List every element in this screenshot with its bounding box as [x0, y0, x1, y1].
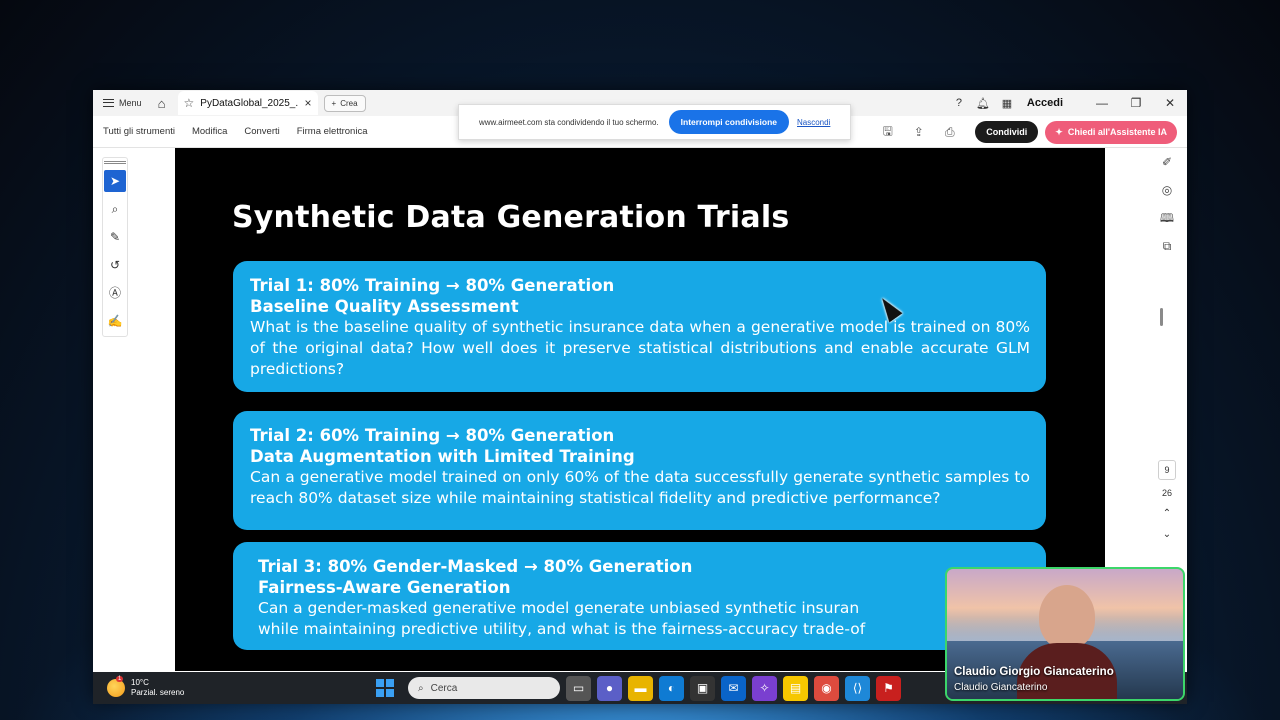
comments-panel-icon[interactable]: ◎ [1147, 176, 1187, 204]
taskbar-apps: ⌕ Cerca ▭ ● ▬ ◐ ▣ ✉ ✧ ▤ ◉ ⟨⟩ ⚑ [376, 672, 901, 704]
trial-heading: Trial 2: 60% Training → 80% Generation [250, 426, 615, 445]
tab-title: PyDataGlobal_2025_... [200, 97, 299, 109]
speaker-subname: Claudio Giancaterino [954, 682, 1048, 693]
new-label: Crea [340, 98, 358, 108]
teams-icon[interactable]: ● [597, 675, 622, 701]
menu-label: Menu [119, 98, 142, 108]
hamburger-icon [103, 99, 114, 107]
bookmarks-icon[interactable]: 🕮︎ [1147, 204, 1187, 232]
ai-assistant-label: Chiedi all'Assistente IA [1067, 127, 1167, 137]
store-icon[interactable]: ▣ [690, 675, 715, 701]
windows-start-icon[interactable] [376, 679, 394, 697]
trial-subheading: Fairness-Aware Generation [258, 578, 511, 597]
weather-sun-icon: 1 [107, 676, 125, 697]
document-tab[interactable]: ☆ PyDataGlobal_2025_... × [177, 91, 318, 115]
search-placeholder: Cerca [430, 682, 458, 694]
pages-thumbnail-icon[interactable]: ⧉ [1147, 232, 1187, 260]
help-icon[interactable]: ? [947, 97, 971, 109]
weather-widget[interactable]: 1 10°C Parzial. sereno [107, 676, 185, 698]
speaker-name: Claudio Giorgio Giancaterino [954, 666, 1114, 678]
trial-body-line-1: Can a gender-masked generative model gen… [258, 599, 860, 617]
trial-heading: Trial 3: 80% Gender-Masked → 80% Generat… [258, 557, 693, 576]
trial-body: Can a generative model trained on only 6… [250, 468, 1030, 507]
task-view-icon[interactable]: ▭ [566, 675, 591, 701]
edit-pdf-icon[interactable]: ✐ [1147, 148, 1187, 176]
slide-title: Synthetic Data Generation Trials [232, 200, 790, 235]
sign-in-button[interactable]: Accedi [1027, 97, 1063, 109]
home-icon[interactable]: ⌂ [150, 96, 174, 111]
toolbar-edit[interactable]: Modifica [192, 126, 227, 137]
edge-browser-icon[interactable]: ◐ [659, 675, 684, 701]
left-tool-rail: ➤ ⌕ ✎ ↺ Ⓐ ✍ [102, 157, 128, 337]
toolbar-esign[interactable]: Firma elettronica [297, 126, 368, 137]
trial-subheading: Data Augmentation with Limited Training [250, 447, 635, 466]
screen-share-banner: www.airmeet.com sta condividendo il tuo … [458, 104, 851, 140]
trial-body: What is the baseline quality of syntheti… [250, 318, 1030, 378]
plus-icon: + [331, 98, 337, 108]
webcam-video-tile[interactable]: Claudio Giorgio Giancaterino Claudio Gia… [945, 567, 1185, 701]
trial-card-2: Trial 2: 60% Training → 80% Generation D… [233, 411, 1046, 530]
star-icon[interactable]: ☆ [184, 96, 195, 110]
highlight-pen-icon[interactable]: ✎ [104, 226, 126, 248]
current-page-number[interactable]: 9 [1158, 460, 1176, 480]
page-down-chevron-icon[interactable]: ⌄ [1147, 529, 1187, 540]
total-pages: 26 [1161, 488, 1172, 498]
signature-icon[interactable]: ✍ [104, 310, 126, 332]
chrome-icon[interactable]: ◉ [814, 675, 839, 701]
print-icon[interactable]: ⎙ [934, 125, 965, 140]
acrobat-icon[interactable]: ⚑ [876, 675, 901, 701]
trial-body-line-2: while maintaining predictive utility, an… [258, 620, 866, 638]
apps-grid-icon[interactable]: ▦ [995, 97, 1019, 110]
vertical-scrollbar-thumb[interactable] [1160, 308, 1163, 326]
page-navigator: 9 26 ⌃ ⌄ [1147, 460, 1187, 540]
hide-banner-link[interactable]: Nascondi [797, 118, 830, 127]
ai-sparkle-icon: ✦ [1055, 126, 1063, 137]
stop-sharing-button[interactable]: Interrompi condivisione [668, 110, 789, 134]
share-button[interactable]: Condividi [975, 121, 1039, 143]
close-window-icon[interactable]: ✕ [1153, 96, 1187, 110]
trial-subheading: Baseline Quality Assessment [250, 297, 519, 316]
text-box-icon[interactable]: Ⓐ [104, 282, 126, 304]
outlook-icon[interactable]: ✉ [721, 675, 746, 701]
file-explorer-icon[interactable]: ▬ [628, 675, 653, 701]
draw-lasso-icon[interactable]: ↺ [104, 254, 126, 276]
toolbar-all-tools[interactable]: Tutti gli strumenti [103, 126, 175, 137]
share-banner-text: www.airmeet.com sta condividendo il tuo … [479, 117, 659, 127]
toolbar-convert[interactable]: Converti [244, 126, 279, 137]
trial-card-3: Trial 3: 80% Gender-Masked → 80% Generat… [233, 542, 1046, 650]
sticky-notes-icon[interactable]: ▤ [783, 675, 808, 701]
vscode-icon[interactable]: ⟨⟩ [845, 675, 870, 701]
toolbar-right: 🖫︎ ⇪ ⎙ Condividi ✦ Chiedi all'Assistente… [872, 116, 1177, 148]
title-bar-right: ? 🔔︎ ▦ Accedi — ❐ ✕ [947, 90, 1187, 116]
taskbar-search-input[interactable]: ⌕ Cerca [408, 677, 560, 699]
new-button[interactable]: + Crea [323, 94, 366, 112]
weather-badge: 1 [116, 676, 124, 682]
minimize-icon[interactable]: — [1085, 96, 1119, 110]
copilot-icon[interactable]: ✧ [752, 675, 777, 701]
trial-card-1: Trial 1: 80% Training → 80% Generation B… [233, 261, 1046, 392]
bell-icon[interactable]: 🔔︎ [971, 97, 995, 110]
upload-icon[interactable]: ⇪ [903, 125, 934, 139]
page-up-chevron-icon[interactable]: ⌃ [1147, 508, 1187, 519]
trial-heading: Trial 1: 80% Training → 80% Generation [250, 276, 615, 295]
speaker-head [1039, 585, 1095, 649]
weather-description: Parzial. sereno [131, 688, 185, 697]
search-icon: ⌕ [418, 682, 424, 694]
weather-temperature: 10°C [131, 678, 149, 687]
menu-button[interactable]: Menu [93, 98, 150, 108]
ai-assistant-button[interactable]: ✦ Chiedi all'Assistente IA [1045, 120, 1177, 144]
comment-icon[interactable]: ⌕ [104, 198, 126, 220]
select-cursor-icon[interactable]: ➤ [104, 170, 126, 192]
rail-grip-handle[interactable] [104, 161, 126, 164]
maximize-icon[interactable]: ❐ [1119, 96, 1153, 110]
close-tab-icon[interactable]: × [305, 96, 312, 110]
save-icon[interactable]: 🖫︎ [872, 122, 903, 143]
